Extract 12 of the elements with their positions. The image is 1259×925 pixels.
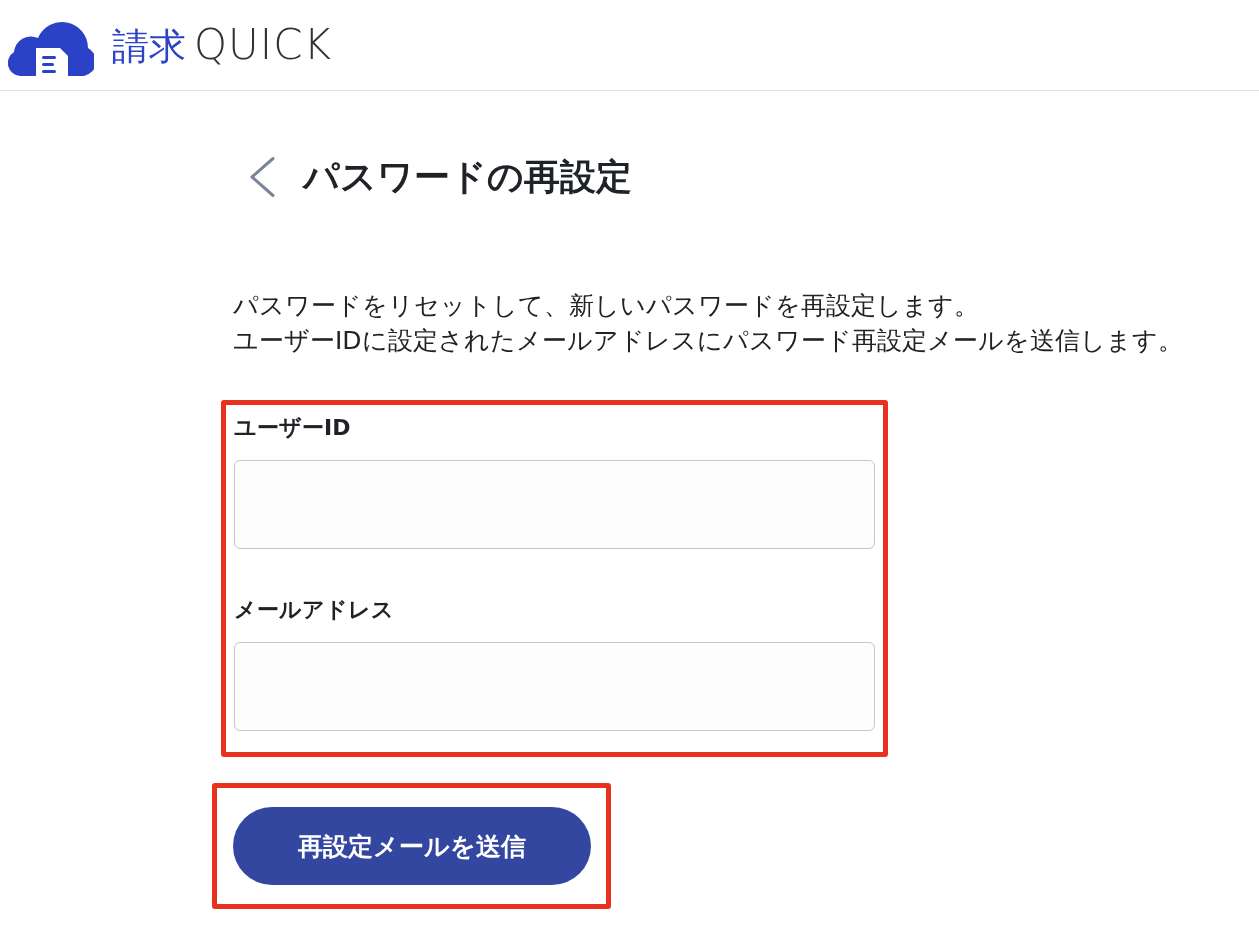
input-field[interactable] [234,642,875,731]
description-text: ユーザーIDに設定されたメールアドレスにパスワード再設定メールを送信します。 [233,325,1184,357]
chevron-left-icon [249,157,275,197]
send-reset-email-button[interactable]: 再設定メールを送信 [233,807,591,885]
field-label: ユーザーID [234,414,352,442]
logo-text: QUICK [194,24,333,66]
logo-text: 請求 [112,28,186,65]
field-label: メールアドレス [234,596,395,624]
page-title: パスワードの再設定 [303,155,632,199]
back-button[interactable] [248,156,276,198]
description-text: パスワードをリセットして、新しいパスワードを再設定します。 [233,290,980,322]
input-field[interactable] [234,460,875,549]
